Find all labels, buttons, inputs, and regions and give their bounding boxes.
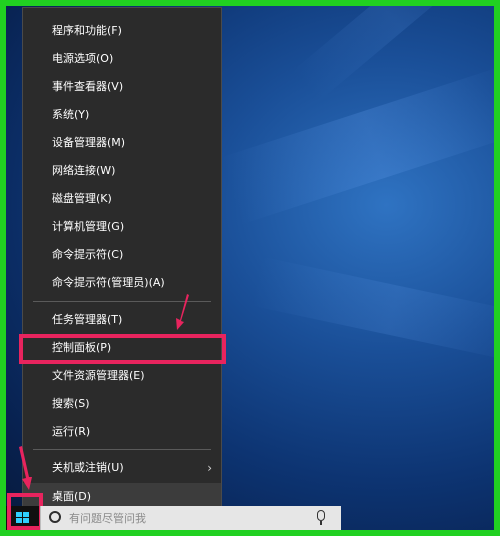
menu-item-search[interactable]: 搜索(S) [23,390,221,418]
wallpaper-light-ray [220,65,494,225]
menu-item-command-prompt-admin[interactable]: 命令提示符(管理员)(A) [23,269,221,297]
menu-item-label: 关机或注销(U) [52,461,124,474]
menu-item-file-explorer[interactable]: 文件资源管理器(E) [23,362,221,390]
quick-link-menu: 程序和功能(F) 电源选项(O) 事件查看器(V) 系统(Y) 设备管理器(M)… [22,7,222,518]
menu-item-disk-management[interactable]: 磁盘管理(K) [23,185,221,213]
menu-item-network-connections[interactable]: 网络连接(W) [23,157,221,185]
menu-item-power-options[interactable]: 电源选项(O) [23,45,221,73]
microphone-icon[interactable] [317,510,325,521]
search-placeholder: 有问题尽管问我 [69,512,146,525]
menu-item-task-manager[interactable]: 任务管理器(T) [23,306,221,334]
microphone-stand [320,521,322,525]
wallpaper-light-ray [250,256,494,364]
menu-separator [33,301,211,302]
menu-item-event-viewer[interactable]: 事件查看器(V) [23,73,221,101]
cortana-circle-icon [49,511,61,523]
menu-item-shutdown-signout[interactable]: 关机或注销(U) › [23,454,221,482]
menu-item-computer-management[interactable]: 计算机管理(G) [23,213,221,241]
control-panel-highlight-box [19,334,226,364]
start-button-highlight-box [7,493,43,530]
menu-item-system[interactable]: 系统(Y) [23,101,221,129]
menu-separator [33,449,211,450]
menu-item-run[interactable]: 运行(R) [23,418,221,446]
menu-item-device-manager[interactable]: 设备管理器(M) [23,129,221,157]
taskbar-search-box[interactable]: 有问题尽管问我 [40,506,341,530]
chevron-right-icon: › [207,461,212,475]
menu-item-programs-features[interactable]: 程序和功能(F) [23,17,221,45]
menu-item-command-prompt[interactable]: 命令提示符(C) [23,241,221,269]
